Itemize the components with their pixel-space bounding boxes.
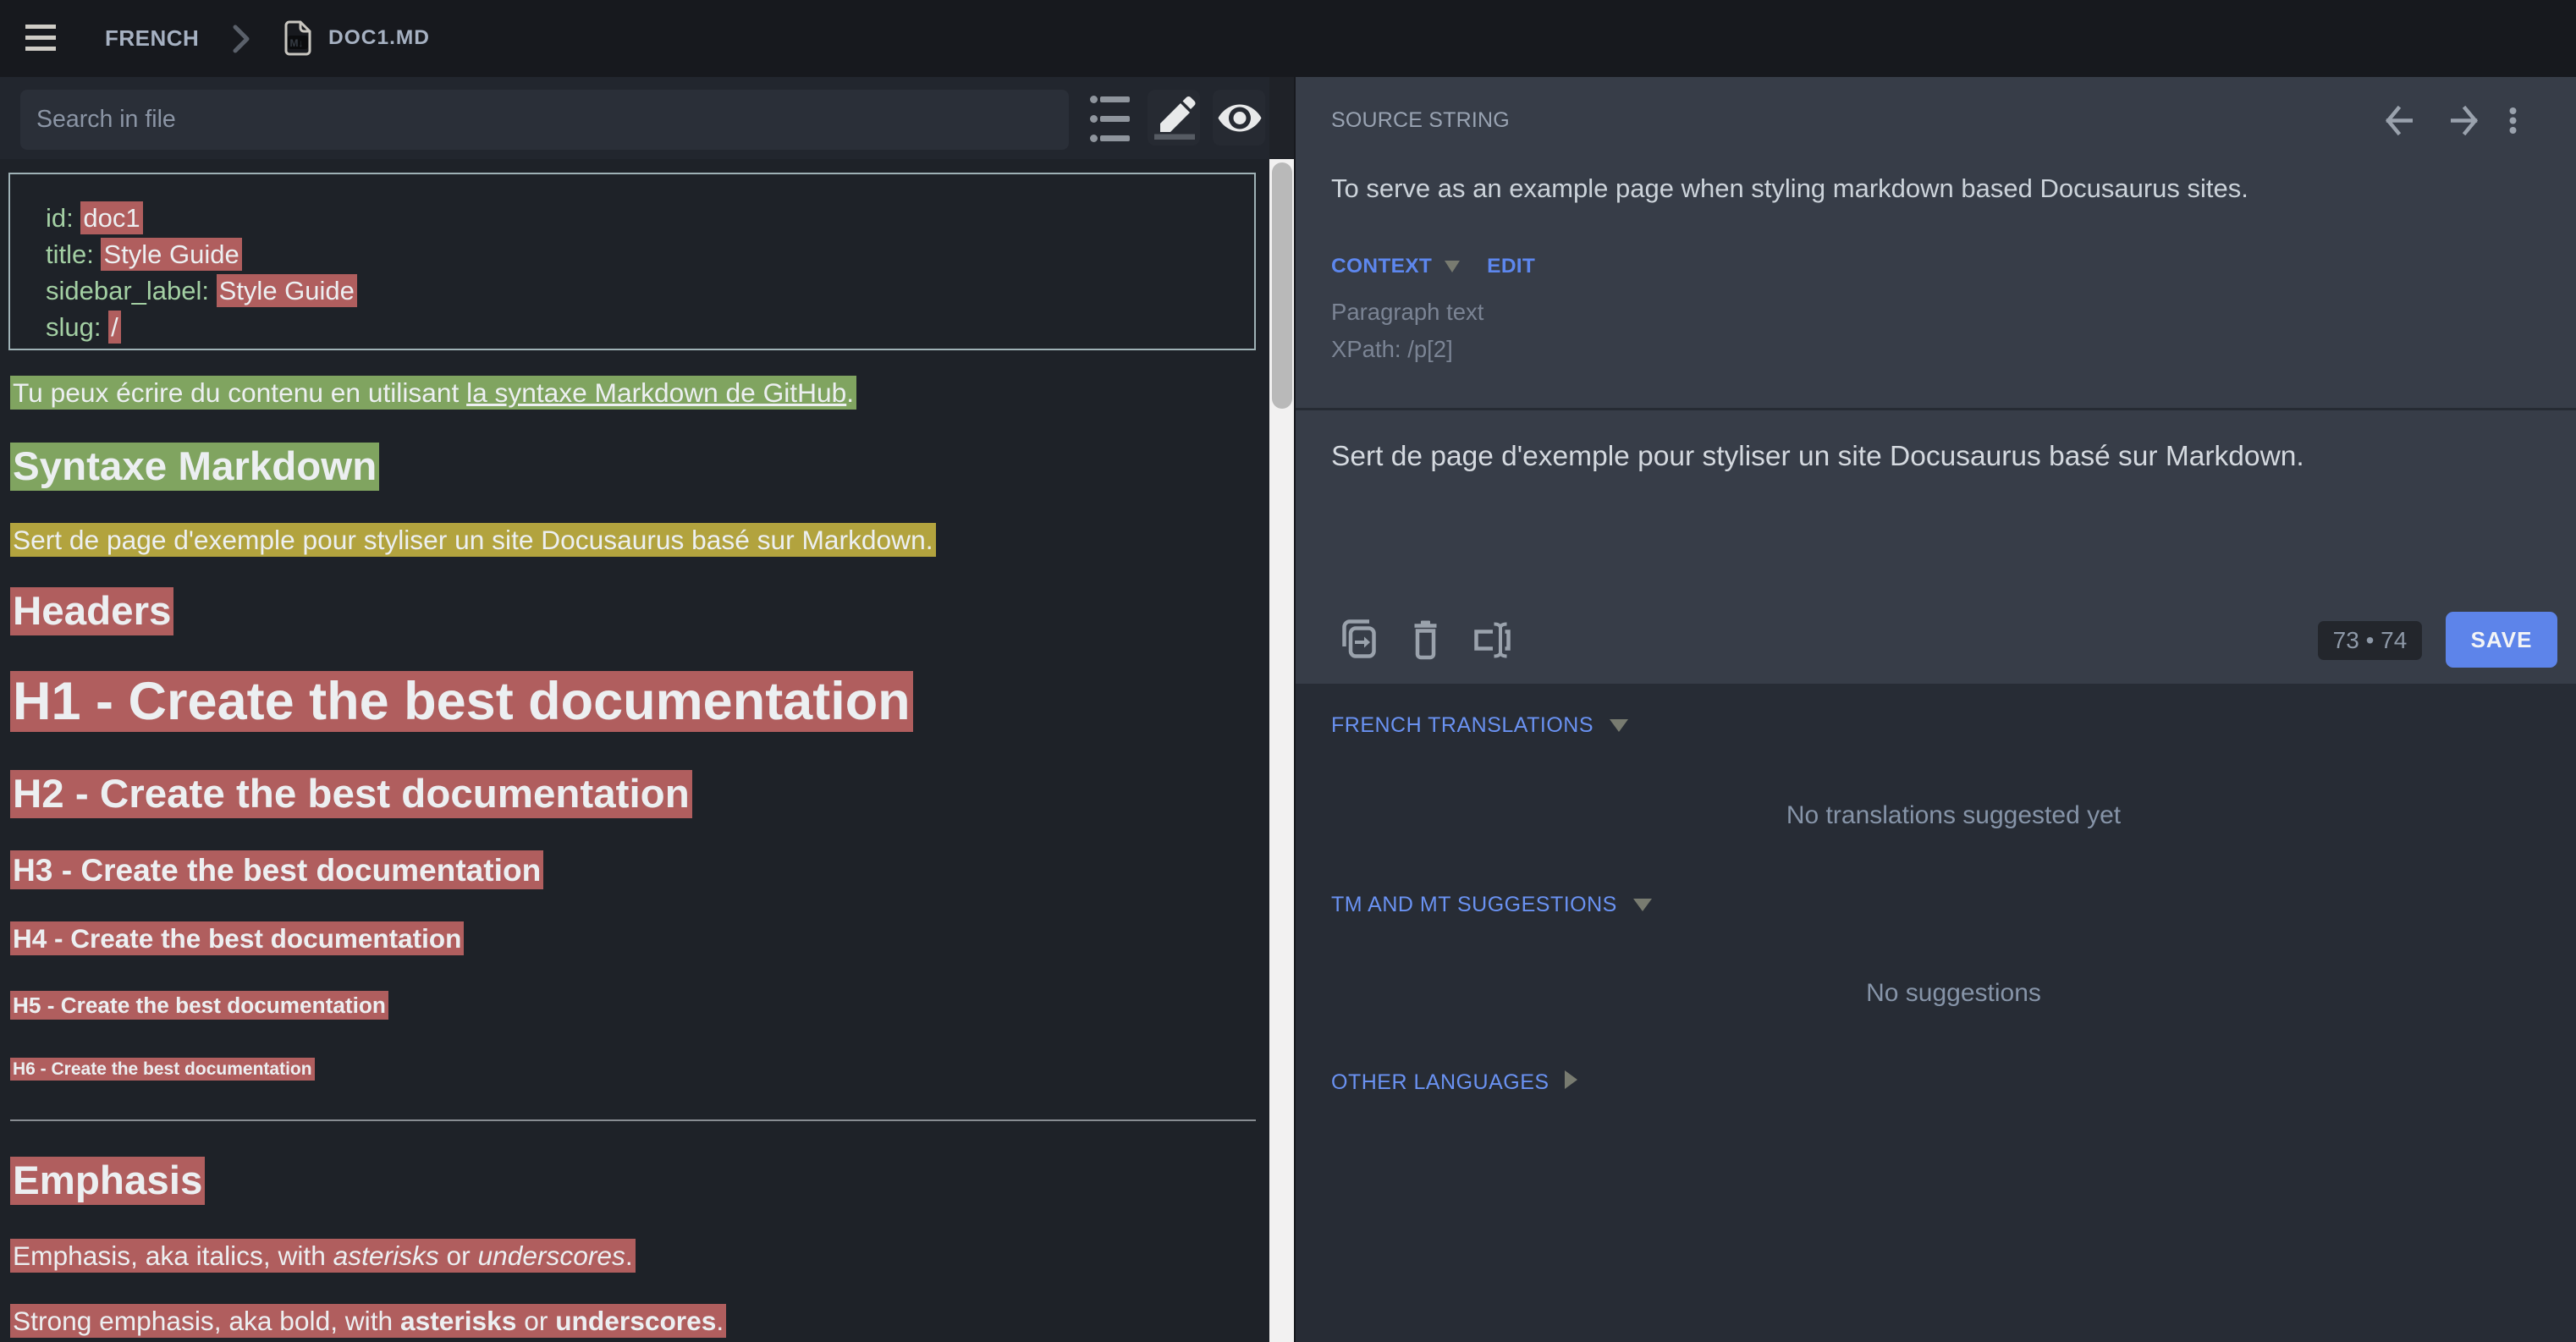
svg-text:M↓: M↓	[290, 37, 304, 49]
